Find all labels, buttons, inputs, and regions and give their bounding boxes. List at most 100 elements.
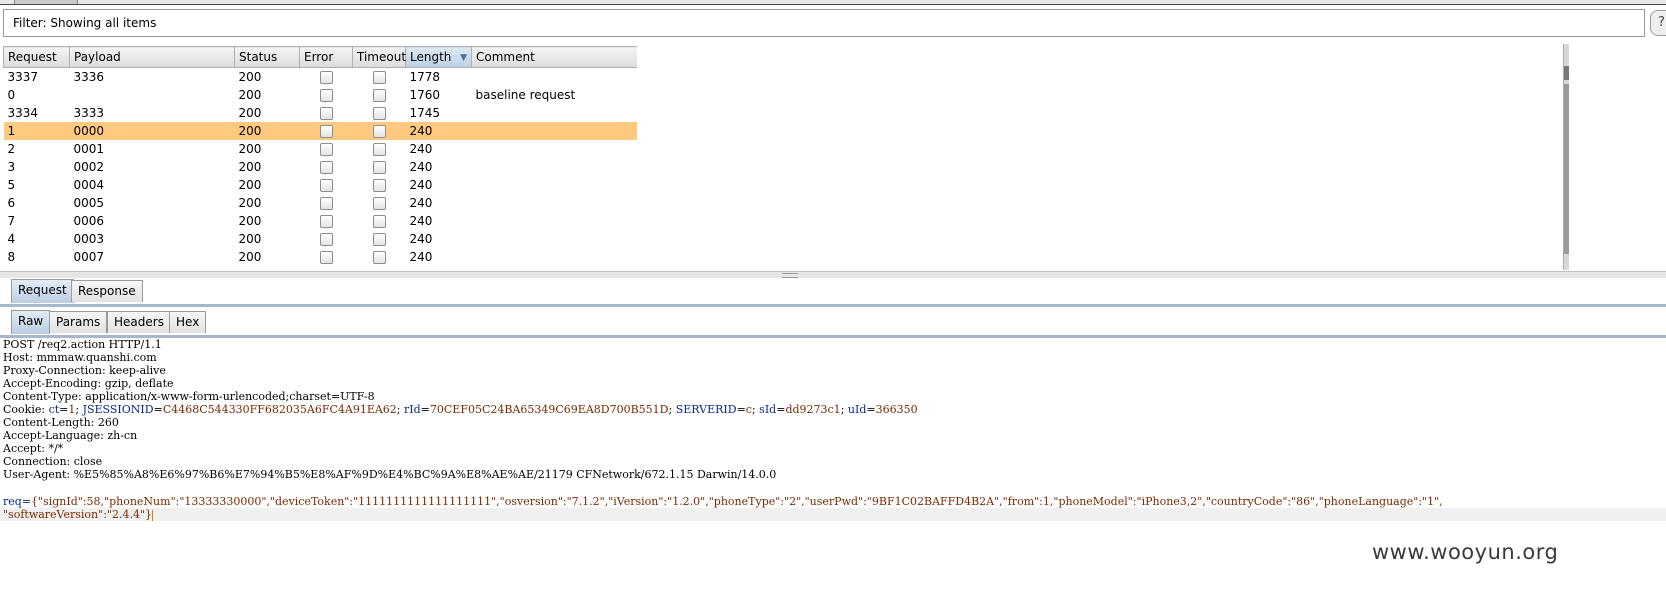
table-row[interactable]: 5 0004 200 240: [4, 176, 638, 194]
body-param-name: req=: [3, 495, 32, 508]
column-header-error[interactable]: Error: [299, 46, 353, 68]
column-header-label: Timeout: [357, 50, 407, 64]
cookie-equals: =: [736, 403, 746, 416]
cell-request: 4: [7, 232, 16, 246]
table-row[interactable]: 6 0005 200 240: [4, 194, 638, 212]
table-body: 3337 3336 200 1778 0 200 1760 baseline request 3…: [3, 68, 638, 267]
table-header-row: Request Payload Status Error Timeout Length ▼ C…: [3, 46, 637, 68]
cell-status: 200: [238, 214, 262, 228]
tab-hex[interactable]: Hex: [169, 311, 207, 333]
scroll-thumb[interactable]: [1564, 84, 1569, 254]
table-row[interactable]: 1 0000 200 240: [3, 122, 637, 140]
column-header-status[interactable]: Status: [234, 46, 300, 68]
header-content-type: Content-Type: application/x-www-form-url…: [3, 390, 375, 403]
cell-payload: 0007: [73, 250, 105, 264]
tab-headers[interactable]: Headers: [107, 311, 171, 333]
error-checkbox[interactable]: [319, 251, 333, 264]
cell-comment: [472, 248, 638, 266]
table-row[interactable]: 2 0001 200 240: [4, 140, 638, 158]
cell-length: 240: [409, 214, 433, 228]
cell-status: 200: [238, 106, 262, 120]
error-checkbox[interactable]: [319, 215, 333, 228]
tab-request[interactable]: Request: [11, 279, 74, 303]
cell-payload: 0001: [73, 142, 105, 156]
timeout-checkbox[interactable]: [372, 197, 386, 210]
timeout-cell: [353, 158, 406, 176]
cell-request: 5: [7, 178, 16, 192]
filter-bar[interactable]: Filter: Showing all items: [3, 9, 1645, 37]
cell-request: 0: [7, 88, 16, 102]
error-checkbox[interactable]: [319, 125, 333, 138]
error-checkbox[interactable]: [319, 89, 333, 102]
cell-payload: 0003: [73, 232, 105, 246]
request-body-line-1: req={"signId":58,"phoneNum":"13333330000…: [3, 495, 1443, 508]
cell-request: 3334: [7, 106, 39, 120]
table-row[interactable]: 3334 3333 200 1745: [4, 104, 638, 122]
results-panel: Request Payload Status Error Timeout Length ▼ C…: [0, 44, 1666, 271]
header-user-agent: User-Agent: %E5%85%A8%E6%97%B6%E7%94%B5%…: [3, 468, 777, 481]
timeout-checkbox[interactable]: [372, 215, 386, 228]
error-checkbox[interactable]: [319, 107, 333, 120]
header-connection: Connection: close: [3, 455, 103, 468]
cookie-separator: ;: [840, 403, 848, 416]
timeout-checkbox[interactable]: [372, 125, 386, 138]
error-checkbox[interactable]: [319, 143, 333, 156]
raw-request-editor[interactable]: POST /req2.action HTTP/1.1 Host: mmmaw.q…: [0, 338, 1666, 615]
column-header-request[interactable]: Request: [3, 46, 70, 68]
cell-request: 8: [7, 250, 16, 264]
table-row[interactable]: 3 0002 200 240: [4, 158, 638, 176]
timeout-cell: [353, 176, 406, 194]
current-line-highlight: [0, 508, 1666, 521]
error-checkbox[interactable]: [319, 233, 333, 246]
table-row[interactable]: 8 0007 200 240: [4, 248, 638, 266]
tab-response[interactable]: Response: [71, 280, 143, 302]
table-row[interactable]: 0 200 1760 baseline request: [4, 86, 638, 104]
error-checkbox[interactable]: [319, 179, 333, 192]
cell-length: 240: [409, 196, 433, 210]
column-header-label: Error: [304, 50, 334, 64]
results-scrollbar[interactable]: [1563, 44, 1569, 270]
error-cell: [300, 212, 353, 230]
column-header-label: Status: [239, 50, 278, 64]
request-line: POST /req2.action HTTP/1.1: [3, 338, 162, 351]
timeout-checkbox[interactable]: [372, 71, 386, 84]
cell-length: 240: [409, 178, 433, 192]
error-checkbox[interactable]: [319, 197, 333, 210]
column-header-timeout[interactable]: Timeout: [352, 46, 407, 68]
error-checkbox[interactable]: [319, 161, 333, 174]
tab-raw[interactable]: Raw: [11, 310, 51, 334]
table-row[interactable]: 3337 3336 200 1778: [4, 68, 638, 87]
tab-params[interactable]: Params: [49, 311, 108, 333]
column-header-payload[interactable]: Payload: [69, 46, 235, 68]
column-header-label: Payload: [74, 50, 121, 64]
column-header-length[interactable]: Length ▼: [405, 46, 472, 68]
cell-payload: 3333: [73, 106, 105, 120]
timeout-checkbox[interactable]: [372, 233, 386, 246]
error-checkbox[interactable]: [319, 71, 333, 84]
cookie-value: 366350: [875, 403, 918, 416]
watermark: www.wooyun.org: [1372, 540, 1559, 564]
results-table-wrap: Request Payload Status Error Timeout Length ▼ C…: [3, 46, 637, 270]
help-button[interactable]: ?: [1650, 10, 1666, 36]
column-header-comment[interactable]: Comment: [471, 46, 637, 68]
timeout-checkbox[interactable]: [372, 179, 386, 192]
scroll-up-arrow[interactable]: [1564, 66, 1569, 80]
cookie-name: ct: [48, 403, 60, 416]
cell-status: 200: [238, 178, 262, 192]
error-cell: [300, 68, 353, 87]
top-tab[interactable]: [14, 0, 78, 4]
timeout-checkbox[interactable]: [372, 161, 386, 174]
cookie-value: 70CEF05C24BA65349C69EA8D700B551D: [429, 403, 669, 416]
timeout-checkbox[interactable]: [372, 251, 386, 264]
cell-comment: [472, 212, 638, 230]
cell-length: 240: [409, 142, 433, 156]
timeout-checkbox[interactable]: [372, 89, 386, 102]
timeout-checkbox[interactable]: [372, 143, 386, 156]
timeout-checkbox[interactable]: [372, 107, 386, 120]
table-row[interactable]: 7 0006 200 240: [4, 212, 638, 230]
pane-splitter[interactable]: [0, 271, 1666, 278]
timeout-cell: [352, 122, 406, 140]
cell-comment: [472, 176, 638, 194]
table-row[interactable]: 4 0003 200 240: [4, 230, 638, 248]
sort-descending-icon: ▼: [460, 53, 467, 63]
